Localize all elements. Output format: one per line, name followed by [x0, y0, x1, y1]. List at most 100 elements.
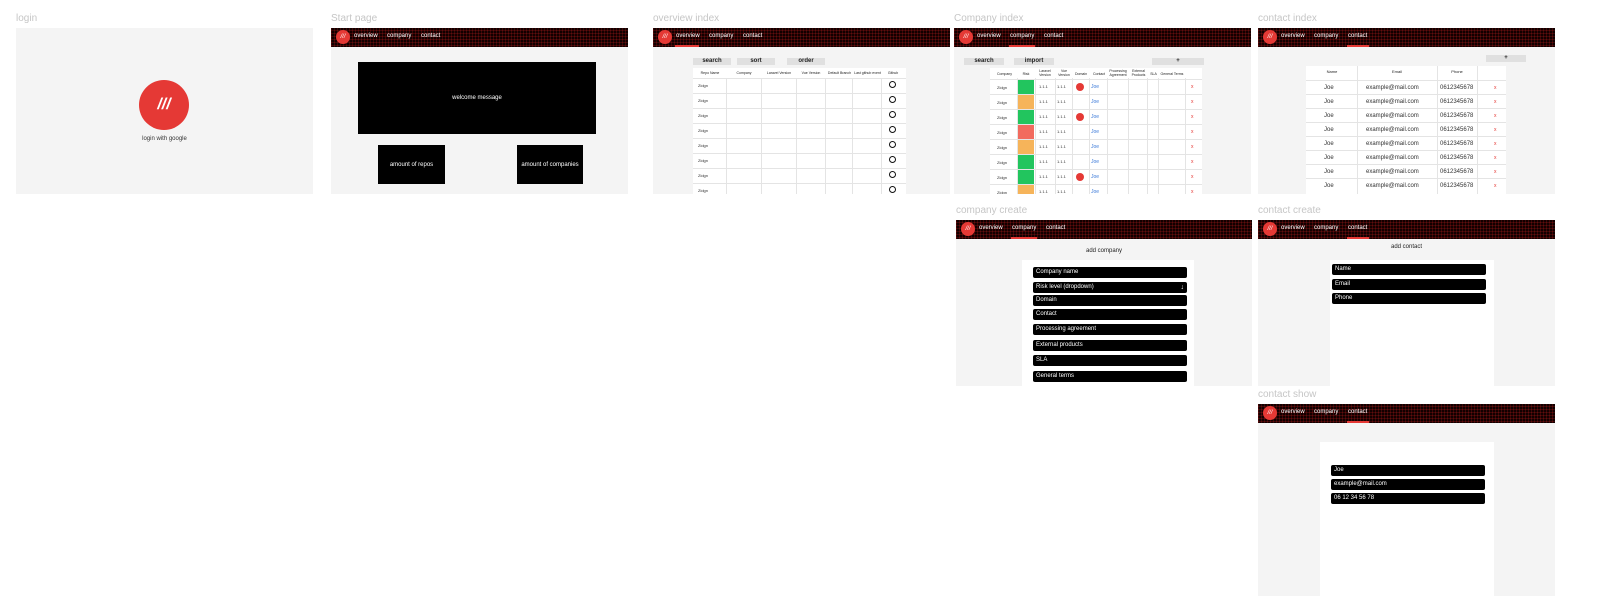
nav-overview[interactable]: overview: [977, 33, 1001, 39]
search-button[interactable]: search: [693, 58, 731, 65]
add-contact-button[interactable]: +: [1486, 55, 1526, 62]
delete-icon[interactable]: x: [1191, 99, 1194, 105]
table-row-repo-name[interactable]: Zidgn: [698, 158, 708, 163]
risk-level-dropdown[interactable]: Risk level (dropdown) ↓: [1033, 282, 1187, 293]
nav-company[interactable]: company: [387, 33, 411, 39]
github-icon[interactable]: [889, 96, 896, 103]
add-company-button[interactable]: +: [1152, 58, 1204, 65]
logo-icon[interactable]: ///: [336, 30, 350, 44]
delete-icon[interactable]: x: [1494, 99, 1497, 105]
github-icon[interactable]: [889, 141, 896, 148]
github-icon[interactable]: [889, 111, 896, 118]
contact-name[interactable]: Joe: [1324, 141, 1334, 147]
table-row-repo-name[interactable]: Zidgn: [698, 128, 708, 133]
nav-overview[interactable]: overview: [676, 33, 700, 39]
sla-field[interactable]: SLA: [1033, 355, 1187, 366]
contact-link[interactable]: Joe: [1091, 114, 1099, 120]
github-icon[interactable]: [889, 126, 896, 133]
delete-icon[interactable]: x: [1191, 174, 1194, 180]
import-button[interactable]: import: [1014, 58, 1054, 65]
nav-overview[interactable]: overview: [1281, 33, 1305, 39]
nav-contact[interactable]: contact: [1348, 409, 1367, 415]
table-row-company[interactable]: Zidgn: [997, 160, 1007, 165]
company-name-field[interactable]: Company name: [1033, 267, 1187, 278]
phone-field[interactable]: Phone: [1332, 293, 1486, 304]
logo-icon[interactable]: ///: [959, 30, 973, 44]
contact-link[interactable]: Joe: [1091, 99, 1099, 105]
table-row-company[interactable]: Zidgn: [997, 175, 1007, 180]
github-icon[interactable]: [889, 171, 896, 178]
nav-overview[interactable]: overview: [1281, 225, 1305, 231]
table-row-repo-name[interactable]: Zidgn: [698, 113, 708, 118]
delete-icon[interactable]: x: [1494, 85, 1497, 91]
contact-link[interactable]: Joe: [1091, 144, 1099, 150]
delete-icon[interactable]: x: [1191, 189, 1194, 194]
nav-contact[interactable]: contact: [421, 33, 440, 39]
nav-overview[interactable]: overview: [1281, 409, 1305, 415]
contact-name[interactable]: Joe: [1324, 183, 1334, 189]
logo-icon[interactable]: ///: [1263, 30, 1277, 44]
contact-name[interactable]: Joe: [1324, 127, 1334, 133]
delete-icon[interactable]: x: [1191, 159, 1194, 165]
delete-icon[interactable]: x: [1494, 127, 1497, 133]
contact-name[interactable]: Joe: [1324, 113, 1334, 119]
processing-agreement-field[interactable]: Processing agreement: [1033, 324, 1187, 335]
nav-company[interactable]: company: [1314, 225, 1338, 231]
nav-contact[interactable]: contact: [1348, 33, 1367, 39]
contact-link[interactable]: Joe: [1091, 174, 1099, 180]
contact-name[interactable]: Joe: [1324, 155, 1334, 161]
nav-company[interactable]: company: [1010, 33, 1034, 39]
contact-link[interactable]: Joe: [1091, 84, 1099, 90]
name-field[interactable]: Name: [1332, 264, 1486, 275]
login-logo-button[interactable]: ///: [139, 80, 189, 130]
contact-name[interactable]: Joe: [1324, 85, 1334, 91]
domain-field[interactable]: Domain: [1033, 295, 1187, 306]
logo-icon[interactable]: ///: [658, 30, 672, 44]
login-with-google-text[interactable]: login with google: [16, 136, 313, 142]
logo-icon[interactable]: ///: [1263, 222, 1277, 236]
nav-company[interactable]: company: [1012, 225, 1036, 231]
search-button[interactable]: search: [964, 58, 1004, 65]
delete-icon[interactable]: x: [1494, 141, 1497, 147]
table-row-company[interactable]: Zidgn: [997, 130, 1007, 135]
delete-icon[interactable]: x: [1191, 114, 1194, 120]
contact-link[interactable]: Joe: [1091, 129, 1099, 135]
table-row-company[interactable]: Zidgn: [997, 100, 1007, 105]
contact-field[interactable]: Contact: [1033, 309, 1187, 320]
table-row-company[interactable]: Zidgn: [997, 85, 1007, 90]
github-icon[interactable]: [889, 186, 896, 193]
nav-company[interactable]: company: [1314, 33, 1338, 39]
delete-icon[interactable]: x: [1191, 129, 1194, 135]
table-row-repo-name[interactable]: Zidgn: [698, 83, 708, 88]
nav-contact[interactable]: contact: [1044, 33, 1063, 39]
delete-icon[interactable]: x: [1494, 169, 1497, 175]
nav-overview[interactable]: overview: [979, 225, 1003, 231]
order-button[interactable]: order: [787, 58, 825, 65]
contact-name[interactable]: Joe: [1324, 99, 1334, 105]
table-row-company[interactable]: Zidgn: [997, 115, 1007, 120]
nav-overview[interactable]: overview: [354, 33, 378, 39]
nav-contact[interactable]: contact: [743, 33, 762, 39]
nav-company[interactable]: company: [709, 33, 733, 39]
delete-icon[interactable]: x: [1494, 155, 1497, 161]
logo-icon[interactable]: ///: [961, 222, 975, 236]
delete-icon[interactable]: x: [1494, 183, 1497, 189]
general-terms-field[interactable]: General terms: [1033, 371, 1187, 382]
nav-contact[interactable]: contact: [1046, 225, 1065, 231]
logo-icon[interactable]: ///: [1263, 406, 1277, 420]
contact-name[interactable]: Joe: [1324, 169, 1334, 175]
table-row-repo-name[interactable]: Zidgn: [698, 143, 708, 148]
nav-company[interactable]: company: [1314, 409, 1338, 415]
table-row-repo-name[interactable]: Zidgn: [698, 98, 708, 103]
table-row-company[interactable]: Zidgn: [997, 145, 1007, 150]
nav-contact[interactable]: contact: [1348, 225, 1367, 231]
email-field[interactable]: Email: [1332, 279, 1486, 290]
github-icon[interactable]: [889, 156, 896, 163]
table-row-repo-name[interactable]: Zidgn: [698, 188, 708, 193]
table-row-repo-name[interactable]: Zidgn: [698, 173, 708, 178]
external-products-field[interactable]: External products: [1033, 340, 1187, 351]
table-row-company[interactable]: Zidgn: [997, 190, 1007, 194]
delete-icon[interactable]: x: [1494, 113, 1497, 119]
sort-button[interactable]: sort: [737, 58, 775, 65]
github-icon[interactable]: [889, 81, 896, 88]
